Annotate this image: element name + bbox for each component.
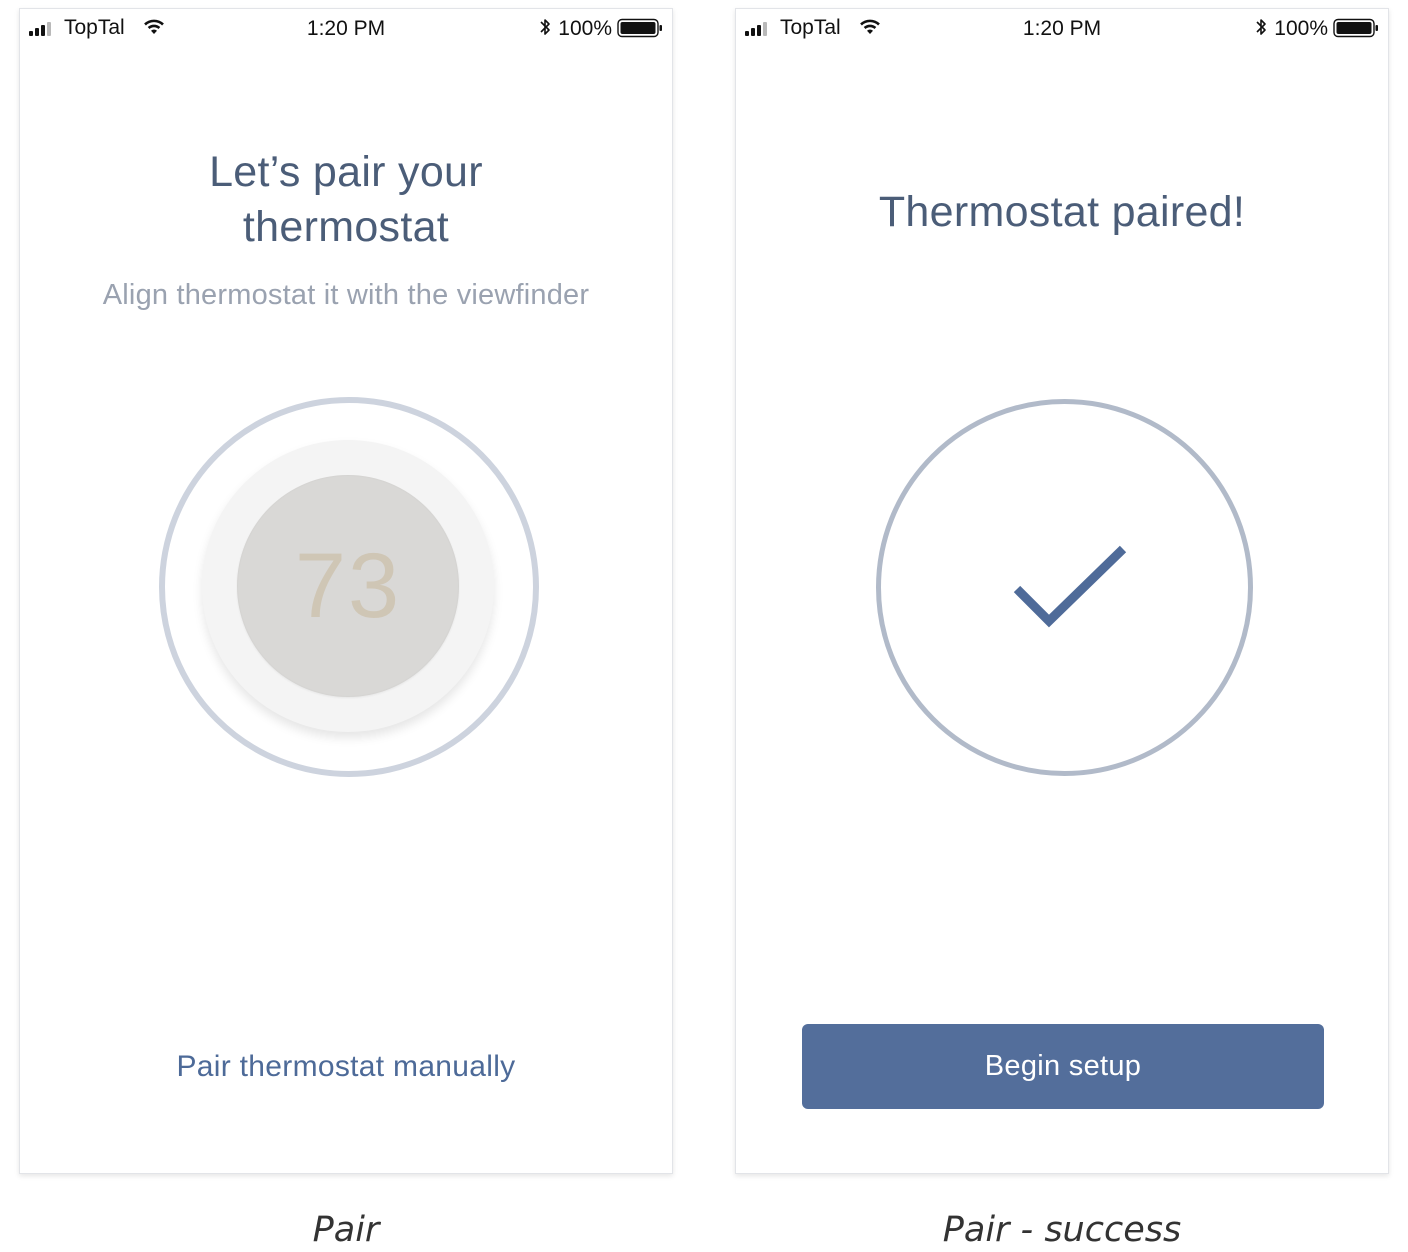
page-title-line-1: Let’s pair your: [209, 148, 483, 196]
page-subtitle: Align thermostat it with the viewfinder: [102, 279, 590, 311]
caption-pair: Pair: [312, 1210, 380, 1250]
checkmark-icon: [1013, 545, 1127, 628]
status-bar: TopTal 1:20 PM 100%: [736, 9, 1388, 47]
bluetooth-icon: [540, 19, 550, 35]
page-title: Let’s pair your thermostat: [20, 145, 672, 255]
begin-setup-button[interactable]: Begin setup: [802, 1024, 1324, 1109]
battery-percent: 100%: [1274, 17, 1328, 40]
thermostat-reading: 73: [294, 535, 402, 637]
caption-success: Pair - success: [942, 1210, 1182, 1250]
status-bar: TopTal 1:20 PM 100%: [20, 9, 672, 47]
battery-percent: 100%: [558, 17, 612, 40]
pair-success-screen: TopTal 1:20 PM 100% Thermostat paired! B…: [735, 8, 1389, 1174]
battery-icon: [617, 18, 662, 38]
pair-manually-link[interactable]: Pair thermostat manually: [20, 1047, 672, 1087]
page-title: Thermostat paired!: [878, 188, 1246, 236]
bluetooth-icon: [1256, 19, 1266, 35]
pair-screen: TopTal 1:20 PM 100% Let’s pair your ther…: [19, 8, 673, 1174]
battery-icon: [1333, 18, 1378, 38]
page-title-line-2: thermostat: [242, 203, 450, 251]
